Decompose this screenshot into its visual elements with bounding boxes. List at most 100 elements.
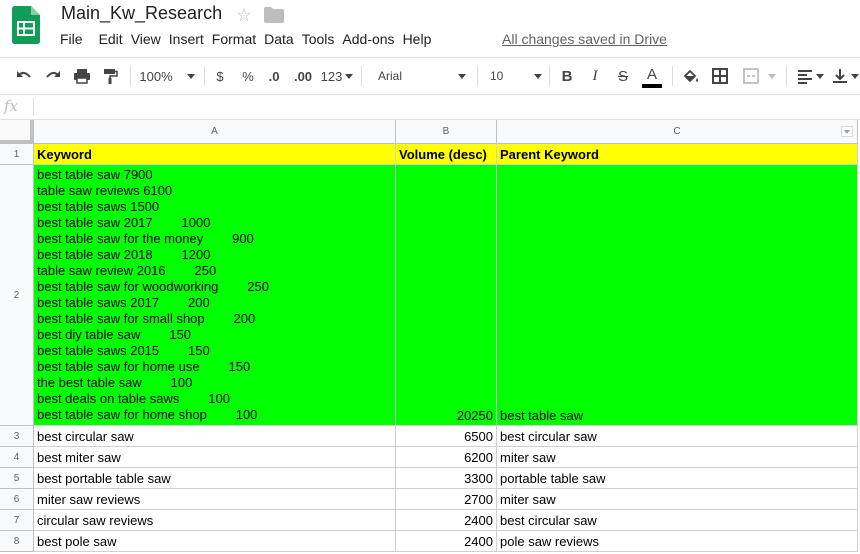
cell-a1[interactable]: Keyword: [34, 144, 396, 165]
row-header[interactable]: 6: [0, 489, 34, 510]
font-family-select[interactable]: Arial: [372, 58, 468, 94]
sheets-logo-icon[interactable]: [12, 6, 40, 44]
more-formats-button[interactable]: 123: [320, 58, 354, 94]
save-status-link[interactable]: All changes saved in Drive: [502, 31, 667, 47]
decrease-decimal-button[interactable]: .0: [263, 58, 285, 94]
keyword-line: best table saws 2017 200: [37, 295, 210, 310]
toolbar-divider: [477, 66, 478, 86]
cell-c1[interactable]: Parent Keyword: [497, 144, 858, 165]
menu-format[interactable]: Format: [204, 31, 256, 47]
cell-a6[interactable]: miter saw reviews: [34, 489, 396, 510]
menu-data[interactable]: Data: [256, 31, 294, 47]
column-header-c[interactable]: C: [497, 120, 858, 144]
redo-icon[interactable]: [41, 58, 65, 94]
cell-a5[interactable]: best portable table saw: [34, 468, 396, 489]
title-bar: Main_Kw_Research ☆ File Edit View Insert…: [0, 0, 860, 56]
fx-icon: fx: [4, 97, 19, 115]
formula-input[interactable]: [40, 98, 840, 116]
star-icon[interactable]: ☆: [236, 5, 252, 26]
formula-bar: fx: [0, 95, 860, 120]
folder-icon[interactable]: [264, 7, 284, 23]
cell-c2[interactable]: best table saw: [497, 165, 858, 426]
borders-icon[interactable]: [709, 58, 731, 94]
keyword-line: best table saw 2017 1000: [37, 215, 211, 230]
cell-b3[interactable]: 6500: [396, 426, 497, 447]
cell-b4[interactable]: 6200: [396, 447, 497, 468]
cell-a4[interactable]: best miter saw: [34, 447, 396, 468]
select-all-corner[interactable]: [0, 120, 34, 144]
menu-bar: File Edit View Insert Format Data Tools …: [60, 31, 431, 47]
text-color-label: A: [646, 65, 657, 83]
font-size-value: 10: [490, 69, 504, 83]
menu-view[interactable]: View: [123, 31, 161, 47]
cell-b1[interactable]: Volume (desc): [396, 144, 497, 165]
cell-c8[interactable]: pole saw reviews: [497, 531, 858, 552]
fill-color-icon[interactable]: [680, 58, 702, 94]
menu-insert[interactable]: Insert: [161, 31, 204, 47]
menu-edit[interactable]: Edit: [91, 31, 123, 47]
strikethrough-button[interactable]: S: [612, 58, 634, 94]
align-left-icon[interactable]: [794, 58, 826, 94]
currency-format-button[interactable]: $: [210, 58, 230, 94]
cell-a7[interactable]: circular saw reviews: [34, 510, 396, 531]
print-icon[interactable]: [70, 58, 94, 94]
chevron-down-icon: [186, 73, 195, 79]
decrease-decimal-label: .0: [268, 68, 280, 84]
cell-c6[interactable]: miter saw: [497, 489, 858, 510]
row-header[interactable]: 5: [0, 468, 34, 489]
text-color-button[interactable]: A: [640, 58, 664, 94]
chevron-down-icon: [816, 73, 824, 79]
menu-addons[interactable]: Add-ons: [334, 31, 394, 47]
chevron-down-icon: [458, 73, 466, 79]
toolbar-divider: [549, 66, 550, 86]
cell-a2[interactable]: best table saw 7900 table saw reviews 61…: [34, 165, 396, 426]
cell-c7[interactable]: best circular saw: [497, 510, 858, 531]
cell-b5[interactable]: 3300: [396, 468, 497, 489]
vertical-align-icon[interactable]: [830, 58, 860, 94]
document-title[interactable]: Main_Kw_Research: [61, 3, 222, 24]
cell-b2[interactable]: 20250: [396, 165, 497, 426]
cell-c5[interactable]: portable table saw: [497, 468, 858, 489]
spreadsheet-grid: A B C 1 Keyword Volume (desc) Parent Key…: [0, 120, 860, 554]
chevron-down-icon: [851, 73, 859, 79]
paint-format-icon[interactable]: [98, 58, 122, 94]
keyword-line: best table saw for home use 150: [37, 359, 251, 374]
keyword-list: best table saw 7900 table saw reviews 61…: [37, 167, 269, 423]
merge-cells-icon[interactable]: [738, 58, 780, 94]
row-header[interactable]: 3: [0, 426, 34, 447]
italic-button[interactable]: I: [584, 58, 606, 94]
row-header[interactable]: 1: [0, 144, 34, 165]
row-header[interactable]: 4: [0, 447, 34, 468]
cell-b6[interactable]: 2700: [396, 489, 497, 510]
row-header[interactable]: 7: [0, 510, 34, 531]
column-header-b[interactable]: B: [396, 120, 497, 144]
zoom-value: 100%: [139, 68, 173, 84]
chevron-down-icon: [534, 73, 542, 79]
column-header-a[interactable]: A: [34, 120, 396, 144]
font-size-select[interactable]: 10: [484, 58, 542, 94]
menu-help[interactable]: Help: [395, 31, 432, 47]
cell-c3[interactable]: best circular saw: [497, 426, 858, 447]
percent-format-button[interactable]: %: [238, 58, 258, 94]
toolbar-divider: [130, 66, 131, 86]
keyword-line: best deals on table saws 100: [37, 391, 230, 406]
menu-tools[interactable]: Tools: [294, 31, 335, 47]
keyword-line: table saw reviews 6100: [37, 183, 173, 198]
column-menu-icon[interactable]: [841, 126, 853, 137]
keyword-line: best diy table saw 150: [37, 327, 191, 342]
cell-a3[interactable]: best circular saw: [34, 426, 396, 447]
undo-icon[interactable]: [12, 58, 36, 94]
increase-decimal-button[interactable]: .00: [290, 58, 316, 94]
bold-button[interactable]: B: [556, 58, 578, 94]
row-header[interactable]: 8: [0, 531, 34, 552]
cell-a8[interactable]: best pole saw: [34, 531, 396, 552]
cell-b7[interactable]: 2400: [396, 510, 497, 531]
cell-b8[interactable]: 2400: [396, 531, 497, 552]
keyword-line: best table saw for woodworking 250: [37, 279, 269, 294]
menu-file[interactable]: File: [60, 31, 91, 47]
chevron-down-icon: [345, 73, 354, 79]
cell-c4[interactable]: miter saw: [497, 447, 858, 468]
zoom-select[interactable]: 100%: [138, 58, 196, 94]
row-header[interactable]: 2: [0, 165, 34, 426]
chevron-down-icon: [768, 73, 776, 79]
